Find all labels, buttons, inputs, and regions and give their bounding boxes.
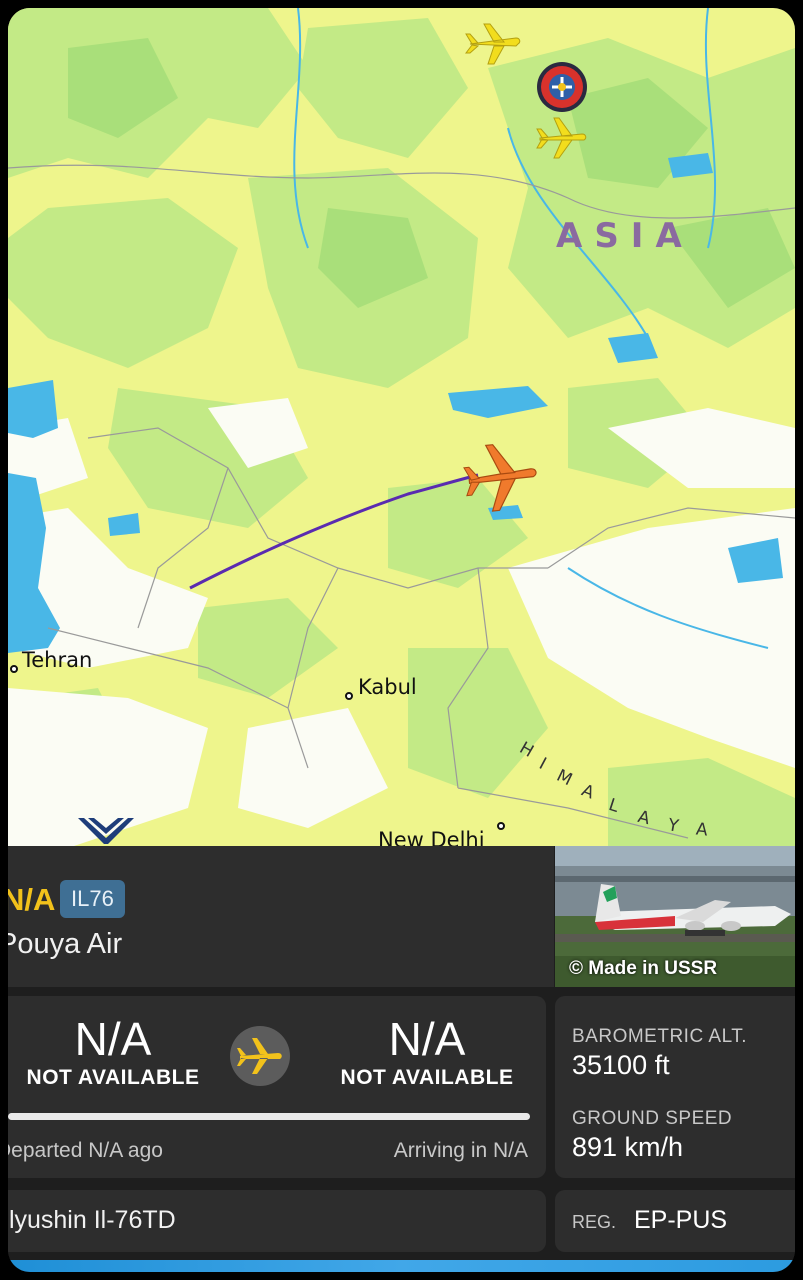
ground-speed-value: 891 km/h (572, 1132, 684, 1162)
registration-value: EP-PUS (634, 1206, 728, 1234)
region-label: ASIA (556, 216, 694, 256)
round-badge-icon[interactable] (535, 60, 589, 114)
departed-text: Departed N/A ago (8, 1139, 163, 1162)
range-label-letter: A (694, 819, 709, 841)
device-frame: ASIA Tehran Kabul New Delhi H I M A L A … (0, 0, 803, 1280)
city-dot (345, 692, 353, 700)
destination-name: NOT AVAILABLE (340, 1066, 514, 1089)
app-screen: ASIA Tehran Kabul New Delhi H I M A L A … (8, 8, 795, 1272)
airplane-icon (237, 1038, 282, 1074)
city-label-kabul[interactable]: Kabul (358, 675, 417, 699)
flight-map[interactable]: ASIA Tehran Kabul New Delhi H I M A L A … (8, 8, 795, 848)
city-dot (497, 822, 505, 830)
origin-name: NOT AVAILABLE (26, 1066, 200, 1089)
flight-stats-card[interactable]: BAROMETRIC ALT. 35100 ft GROUND SPEED 89… (555, 996, 795, 1178)
registration-label: REG. (572, 1212, 617, 1232)
aircraft-model-name: Ilyushin Il-76TD (8, 1206, 176, 1234)
route-plane-badge (230, 1026, 290, 1086)
ground-speed-label: GROUND SPEED (572, 1108, 733, 1129)
flight-info-panel[interactable]: N/A IL76 Pouya Air © Made in USSR N/A NO… (8, 846, 795, 1272)
airline-name: Pouya Air (8, 928, 123, 960)
airplane-icon[interactable] (463, 438, 539, 514)
arriving-text: Arriving in N/A (393, 1139, 528, 1162)
barometric-alt-value: 35100 ft (572, 1050, 670, 1080)
aircraft-type-badge: IL76 (60, 880, 125, 918)
flight-header[interactable]: N/A IL76 Pouya Air (8, 846, 554, 987)
photo-credit: © Made in USSR (569, 958, 718, 979)
registration-card[interactable]: REG. EP-PUS (555, 1190, 795, 1252)
route-card[interactable]: N/A NOT AVAILABLE N/A NOT AVAILABLE Depa… (8, 996, 546, 1178)
aircraft-photo[interactable]: © Made in USSR (555, 846, 795, 987)
wings-logo-icon (78, 818, 134, 844)
flight-code: N/A (8, 882, 56, 917)
bottom-tab-strip (8, 1260, 795, 1272)
city-dot (10, 665, 18, 673)
flight-progress-bar (8, 1113, 530, 1120)
aircraft-model-card[interactable]: Ilyushin Il-76TD (8, 1190, 546, 1252)
origin-code: N/A (74, 1013, 152, 1065)
city-label-tehran[interactable]: Tehran (22, 648, 92, 672)
airplane-icon[interactable] (536, 112, 588, 164)
destination-code: N/A (388, 1013, 466, 1065)
city-label-new-delhi[interactable]: New Delhi (378, 828, 485, 848)
barometric-alt-label: BAROMETRIC ALT. (572, 1026, 748, 1047)
map-terrain (8, 8, 795, 848)
airplane-icon[interactable] (464, 20, 522, 68)
